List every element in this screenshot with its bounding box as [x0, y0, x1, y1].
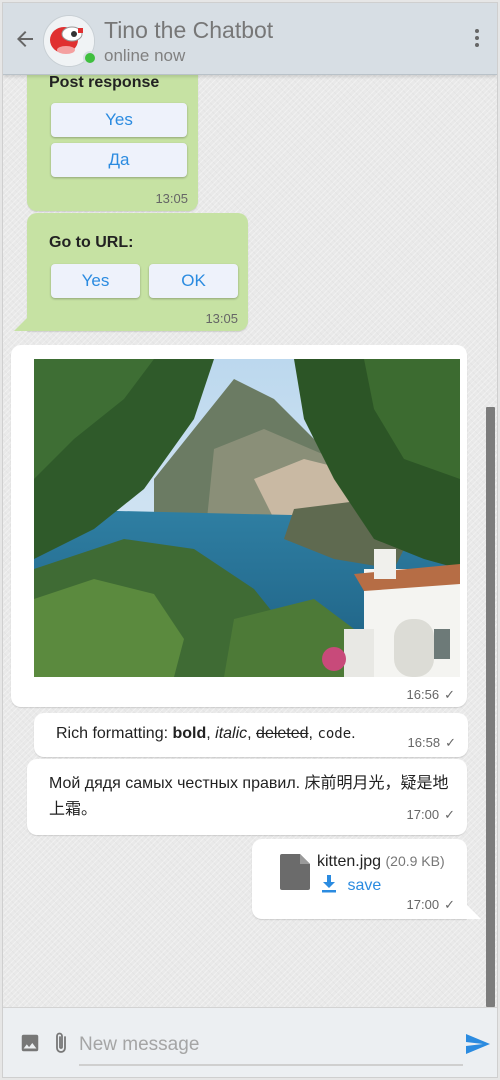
message-composer	[3, 1007, 497, 1077]
message-time: 17:00 ✓	[406, 897, 455, 912]
scrollbar-thumb[interactable]	[486, 407, 495, 1007]
sent-check-icon: ✓	[444, 897, 455, 912]
file-name-line: kitten.jpg (20.9 KB)	[317, 853, 445, 871]
download-icon	[322, 875, 336, 893]
message-time: 16:58 ✓	[407, 735, 456, 750]
rich-formatting-bubble: Rich formatting: bold, italic, deleted, …	[34, 713, 468, 757]
chat-window: Tino the Chatbot online now Post respons…	[2, 2, 498, 1078]
sent-check-icon: ✓	[444, 807, 455, 822]
message-text: Мой дядя самых честных правил. 床前明月光，疑是地…	[49, 775, 449, 818]
more-menu-icon[interactable]	[467, 29, 487, 51]
paperclip-icon[interactable]	[51, 1031, 71, 1055]
file-message-bubble: kitten.jpg (20.9 KB) save 17:00 ✓	[252, 839, 467, 919]
rich-text: Rich formatting: bold, italic, deleted, …	[56, 725, 356, 742]
message-time: 16:56 ✓	[406, 687, 455, 702]
file-size: (20.9 KB)	[385, 853, 445, 869]
message-time: 13:05	[155, 191, 188, 206]
multilang-message-bubble: Мой дядя самых честных правил. 床前明月光，疑是地…	[27, 759, 467, 835]
go-to-url-label: Go to URL:	[49, 234, 134, 251]
sent-check-icon: ✓	[445, 735, 456, 750]
bubble-tail	[14, 317, 28, 331]
sent-check-icon: ✓	[444, 687, 455, 702]
image-attach-icon[interactable]	[19, 1032, 41, 1054]
post-response-label: Post response	[49, 74, 160, 91]
online-indicator	[83, 51, 97, 65]
back-arrow-icon[interactable]	[13, 27, 37, 51]
post-response-bubble: Post response Yes Да 13:05	[27, 61, 198, 211]
yes-button[interactable]: Yes	[51, 103, 187, 137]
chat-status: online now	[104, 46, 186, 65]
message-time: 13:05	[205, 311, 238, 326]
go-to-url-bubble: Go to URL: Yes OK 13:05	[27, 213, 248, 331]
ok-button[interactable]: OK	[149, 264, 238, 298]
landscape-photo[interactable]	[34, 359, 460, 677]
save-link[interactable]: save	[321, 875, 381, 895]
file-name: kitten.jpg	[317, 853, 382, 870]
chat-header: Tino the Chatbot online now	[3, 3, 497, 75]
image-message-bubble: 16:56 ✓	[11, 345, 467, 707]
message-time: 17:00 ✓	[406, 807, 455, 822]
file-icon	[280, 854, 310, 890]
message-input[interactable]	[79, 1026, 463, 1066]
bubble-tail	[467, 905, 481, 919]
da-button[interactable]: Да	[51, 143, 187, 177]
yes-url-button[interactable]: Yes	[51, 264, 140, 298]
send-icon[interactable]	[465, 1032, 491, 1056]
chat-title: Tino the Chatbot	[104, 17, 274, 43]
